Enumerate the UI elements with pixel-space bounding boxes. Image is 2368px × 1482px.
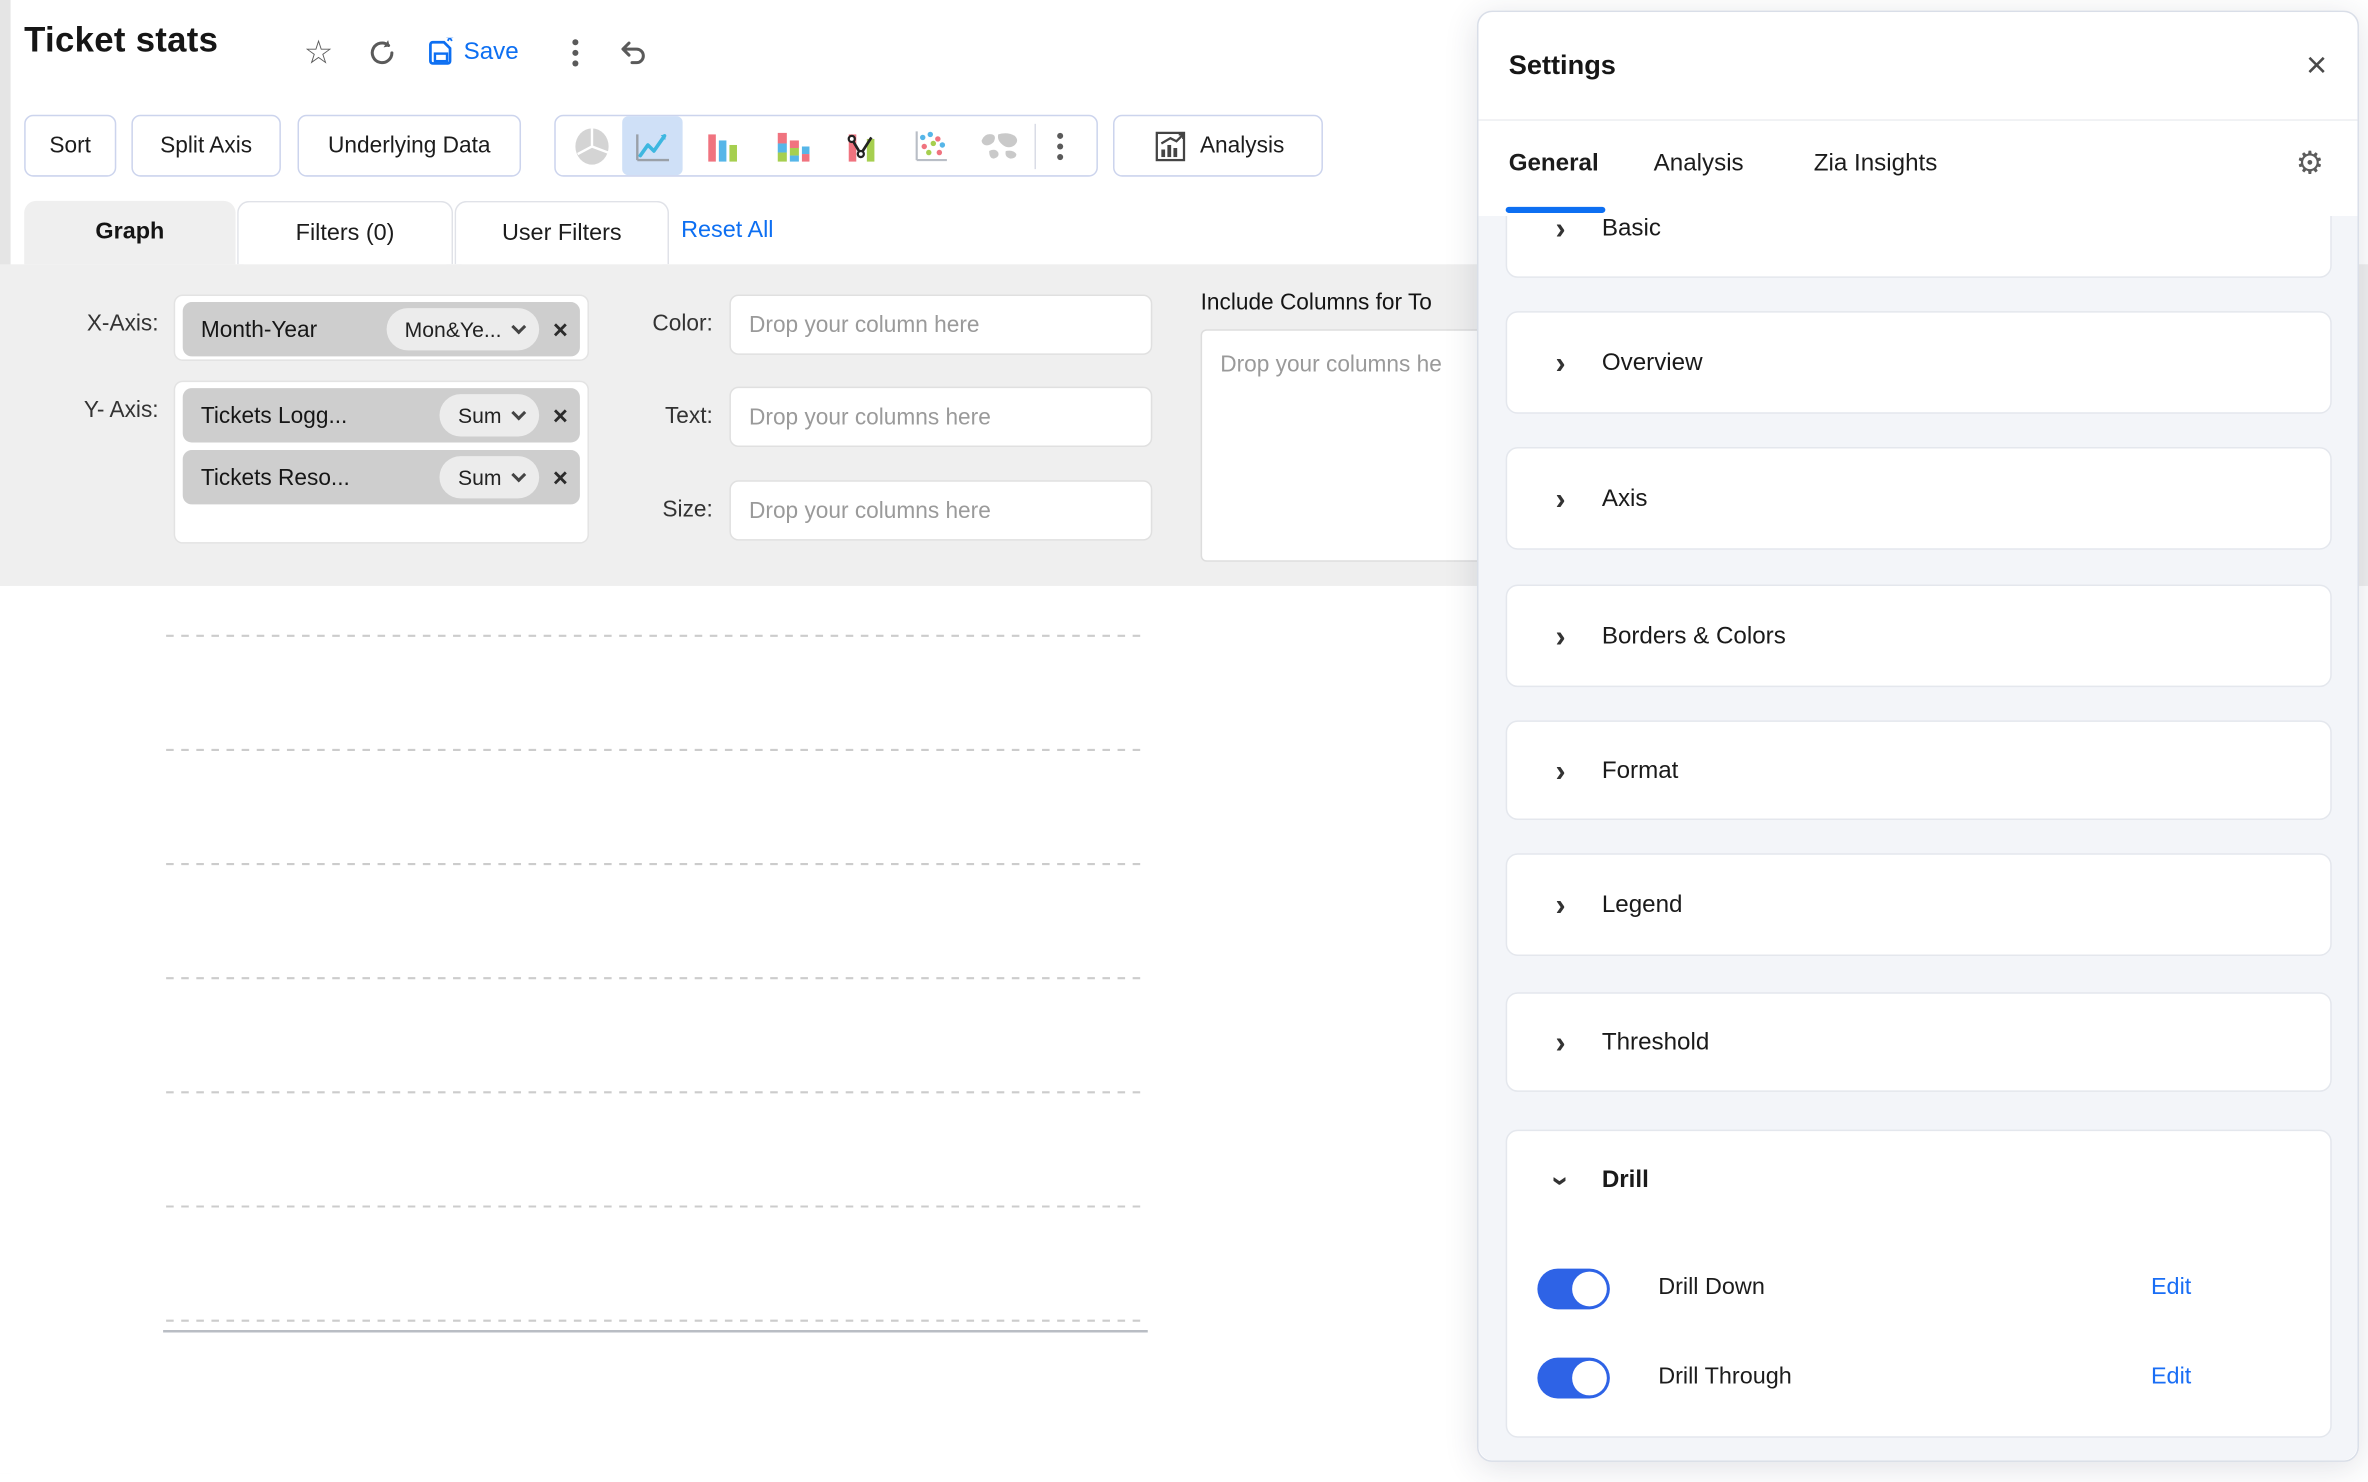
tab-graph[interactable]: Graph bbox=[24, 201, 235, 264]
drill-through-edit-link[interactable]: Edit bbox=[2151, 1364, 2191, 1391]
chevron-down-icon bbox=[511, 467, 526, 482]
section-drill-header[interactable]: › Drill bbox=[1507, 1131, 2330, 1231]
scatter-chart-icon[interactable] bbox=[900, 116, 960, 175]
drill-through-row: Drill Through Edit bbox=[1507, 1341, 2330, 1413]
chevron-right-icon: › bbox=[1556, 622, 1566, 652]
tab-filters[interactable]: Filters (0) bbox=[237, 201, 453, 264]
remove-y-axis-1-icon[interactable]: × bbox=[553, 402, 568, 428]
split-axis-button[interactable]: Split Axis bbox=[131, 115, 281, 177]
y-axis-1-aggregate-select[interactable]: Sum bbox=[440, 394, 539, 436]
settings-tab-analysis[interactable]: Analysis bbox=[1654, 151, 1744, 178]
undo-icon[interactable] bbox=[613, 33, 652, 72]
remove-y-axis-2-icon[interactable]: × bbox=[553, 464, 568, 490]
drill-down-toggle[interactable] bbox=[1537, 1268, 1609, 1309]
chart-type-switcher bbox=[554, 115, 1098, 177]
gear-icon[interactable]: ⚙ bbox=[2296, 145, 2324, 183]
remove-x-axis-icon[interactable]: × bbox=[553, 316, 568, 342]
y-axis-label: Y- Axis: bbox=[30, 397, 158, 423]
refresh-icon[interactable] bbox=[362, 33, 401, 72]
x-axis-chip[interactable]: Month-Year Mon&Ye... × bbox=[183, 302, 580, 356]
include-columns-label: Include Columns for To bbox=[1201, 290, 1477, 316]
close-icon[interactable]: × bbox=[2306, 45, 2327, 87]
bar-chart-icon[interactable] bbox=[692, 116, 752, 175]
y-axis-chip-2[interactable]: Tickets Reso... Sum × bbox=[183, 450, 580, 504]
section-axis[interactable]: ›Axis bbox=[1506, 447, 2332, 550]
drill-down-row: Drill Down Edit bbox=[1507, 1252, 2330, 1324]
settings-title: Settings bbox=[1509, 50, 1616, 82]
x-axis-label: X-Axis: bbox=[30, 311, 158, 337]
y-axis-2-aggregate-select[interactable]: Sum bbox=[440, 456, 539, 498]
save-label: Save bbox=[464, 39, 519, 66]
chart-canvas bbox=[0, 586, 1477, 1474]
line-chart bbox=[0, 586, 1477, 1474]
chevron-right-icon: › bbox=[1556, 757, 1566, 787]
settings-header: Settings × bbox=[1478, 12, 2357, 121]
x-axis-shelf: Month-Year Mon&Ye... × bbox=[174, 294, 589, 360]
favorite-star-icon[interactable]: ☆ bbox=[299, 33, 338, 72]
combo-chart-icon[interactable] bbox=[831, 116, 891, 175]
y-axis-chip-1[interactable]: Tickets Logg... Sum × bbox=[183, 388, 580, 442]
toolbar-divider bbox=[1034, 123, 1036, 168]
y-axis-shelf: Tickets Logg... Sum × Tickets Reso... Su… bbox=[174, 381, 589, 544]
x-axis-function-select[interactable]: Mon&Ye... bbox=[387, 308, 540, 350]
text-label: Text: bbox=[592, 403, 713, 429]
chevron-right-icon: › bbox=[1556, 349, 1566, 379]
color-dropzone[interactable]: Drop your column here bbox=[729, 294, 1152, 354]
tab-user-filters[interactable]: User Filters bbox=[455, 201, 669, 264]
stacked-bar-chart-icon[interactable] bbox=[761, 116, 821, 175]
size-dropzone[interactable]: Drop your columns here bbox=[729, 480, 1152, 540]
sort-button[interactable]: Sort bbox=[24, 115, 116, 177]
section-borders-colors[interactable]: ›Borders & Colors bbox=[1506, 584, 2332, 687]
pie-chart-icon[interactable] bbox=[562, 116, 622, 175]
settings-section-list: ›Basic ›Overview ›Axis ›Borders & Colors… bbox=[1478, 216, 2357, 1460]
line-chart-icon[interactable] bbox=[622, 116, 682, 175]
drill-through-toggle[interactable] bbox=[1537, 1357, 1609, 1398]
underlying-data-button[interactable]: Underlying Data bbox=[298, 115, 522, 177]
section-overview[interactable]: ›Overview bbox=[1506, 311, 2332, 414]
chevron-right-icon: › bbox=[1556, 1028, 1566, 1058]
chevron-down-icon bbox=[511, 406, 526, 421]
analysis-icon bbox=[1152, 128, 1188, 164]
section-drill: › Drill Drill Down Edit Drill Through Ed… bbox=[1506, 1130, 2332, 1438]
chevron-right-icon: › bbox=[1556, 485, 1566, 515]
text-dropzone[interactable]: Drop your columns here bbox=[729, 387, 1152, 447]
analysis-button[interactable]: Analysis bbox=[1113, 115, 1323, 177]
section-threshold[interactable]: ›Threshold bbox=[1506, 992, 2332, 1092]
svg-text:*: * bbox=[446, 38, 454, 52]
settings-tab-zia-insights[interactable]: Zia Insights bbox=[1814, 151, 1938, 178]
chevron-down-icon bbox=[511, 319, 526, 334]
chevron-down-icon: › bbox=[1545, 1176, 1575, 1186]
page-title: Ticket stats bbox=[24, 20, 218, 61]
app-window: Ticket stats ☆ * Save Sort Split Axis Un… bbox=[0, 0, 2368, 1474]
section-format[interactable]: ›Format bbox=[1506, 720, 2332, 820]
settings-tab-general[interactable]: General bbox=[1509, 151, 1599, 178]
active-tab-underline bbox=[1506, 207, 1606, 213]
more-chart-types-icon[interactable] bbox=[1041, 116, 1080, 175]
chevron-right-icon: › bbox=[1556, 216, 1566, 245]
reset-all-link[interactable]: Reset All bbox=[681, 217, 773, 244]
drill-down-edit-link[interactable]: Edit bbox=[2151, 1275, 2191, 1302]
save-icon: * bbox=[426, 38, 456, 68]
section-legend[interactable]: ›Legend bbox=[1506, 853, 2332, 956]
save-button[interactable]: * Save bbox=[426, 33, 519, 72]
settings-tabs: General Analysis Zia Insights ⚙ bbox=[1478, 121, 2357, 216]
size-label: Size: bbox=[592, 497, 713, 523]
map-chart-icon[interactable] bbox=[970, 116, 1030, 175]
settings-panel: Settings × General Analysis Zia Insights… bbox=[1477, 11, 2359, 1462]
section-basic[interactable]: ›Basic bbox=[1506, 216, 2332, 278]
color-label: Color: bbox=[592, 311, 713, 337]
chevron-right-icon: › bbox=[1556, 891, 1566, 921]
more-options-icon[interactable] bbox=[556, 33, 595, 72]
